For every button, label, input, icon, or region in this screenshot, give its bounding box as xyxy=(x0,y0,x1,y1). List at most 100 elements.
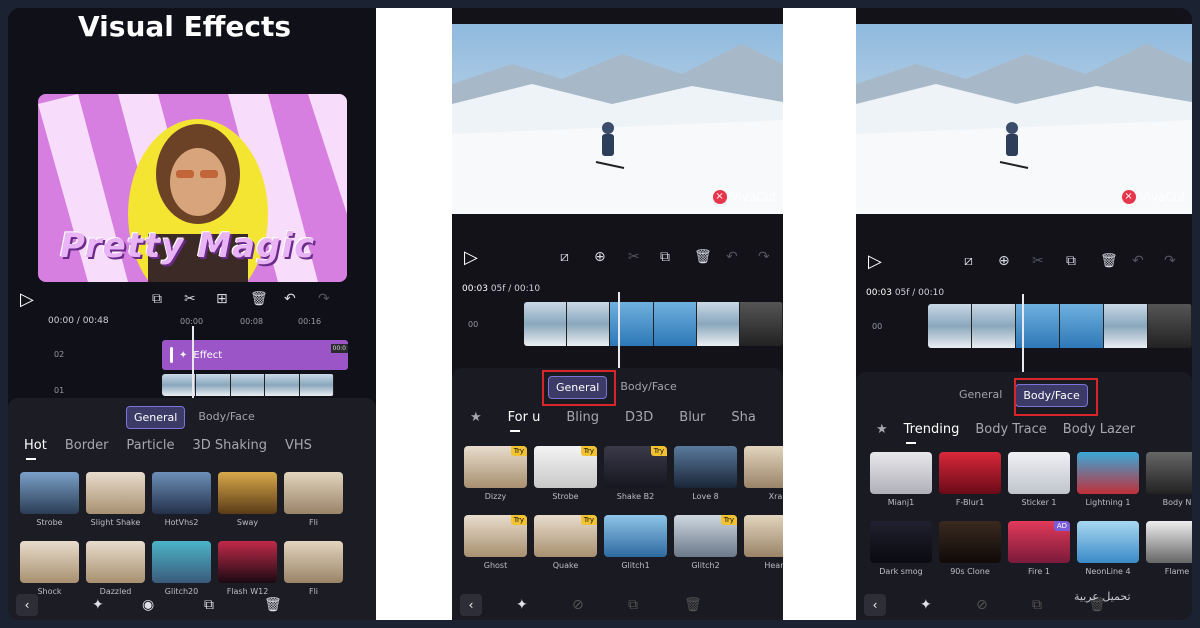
tab-body-face[interactable]: Body/Face xyxy=(613,376,683,399)
category-3d-shaking[interactable]: 3D Shaking xyxy=(192,438,267,453)
undo-icon[interactable]: ↶ xyxy=(284,291,296,307)
crop-icon[interactable]: ⧄ xyxy=(964,253,973,269)
effect-item[interactable]: 90s Clone xyxy=(939,521,1001,576)
video-track[interactable] xyxy=(524,302,783,346)
panel-general-effects: × VivaCut ▷ ⧄ ⊕ ✂ ⧉ 🗑 ↶ ↷ 00:03 05f / 00:… xyxy=(452,8,783,620)
crop-icon[interactable]: ⧄ xyxy=(560,249,569,265)
category-hot[interactable]: Hot xyxy=(24,438,47,460)
effect-item[interactable]: Fli xyxy=(284,472,343,527)
category-for-u[interactable]: For u xyxy=(508,410,540,432)
effect-item[interactable]: Try Shake B2 xyxy=(604,446,667,501)
effect-item[interactable]: Sway xyxy=(218,472,277,527)
watermark[interactable]: × VivaCut xyxy=(1121,190,1186,204)
video-track[interactable] xyxy=(162,374,334,396)
category-border[interactable]: Border xyxy=(65,438,109,453)
effect-item[interactable]: Love 8 xyxy=(674,446,737,501)
category-blur[interactable]: Blur xyxy=(679,410,705,425)
hide-icon[interactable]: ⊘ xyxy=(572,597,584,613)
trash-icon[interactable]: 🗑 xyxy=(694,249,712,265)
category-trending[interactable]: Trending xyxy=(904,422,959,444)
trash-icon[interactable]: 🗑 xyxy=(250,291,268,307)
undo-icon[interactable]: ↶ xyxy=(726,249,738,265)
effect-item[interactable]: Try Ghost xyxy=(464,515,527,570)
redo-icon[interactable]: ↷ xyxy=(758,249,770,265)
effect-item[interactable]: Fli xyxy=(284,541,343,596)
back-icon[interactable]: ‹ xyxy=(16,594,38,616)
trash-icon[interactable]: 🗑 xyxy=(1100,253,1118,269)
sparkle-icon[interactable]: ✦ xyxy=(920,597,932,613)
effect-item[interactable]: Flame xyxy=(1146,521,1192,576)
scissors-icon[interactable]: ✂ xyxy=(628,249,640,265)
add-keyframe-icon[interactable]: ⊕ xyxy=(998,253,1010,269)
effect-item[interactable]: Glitch1 xyxy=(604,515,667,570)
effect-item[interactable]: Try Strobe xyxy=(534,446,597,501)
effect-item[interactable]: Slight Shake xyxy=(86,472,145,527)
tab-general[interactable]: General xyxy=(126,406,186,429)
category-d3d[interactable]: D3D xyxy=(625,410,653,425)
scissors-icon[interactable]: ✂ xyxy=(184,291,196,307)
back-icon[interactable]: ‹ xyxy=(460,594,482,616)
sparkle-icon[interactable]: ✦ xyxy=(92,597,104,613)
effect-item[interactable]: Xra xyxy=(744,446,783,501)
watermark[interactable]: × VivaCut xyxy=(712,190,777,204)
effect-item[interactable]: HotVhs2 xyxy=(152,472,211,527)
add-keyframe-icon[interactable]: ⊕ xyxy=(594,249,606,265)
effect-item[interactable]: F-Blur1 xyxy=(939,452,1001,507)
effect-item[interactable]: Try Dizzy xyxy=(464,446,527,501)
video-track[interactable] xyxy=(928,304,1192,348)
effect-item[interactable]: Sticker 1 xyxy=(1008,452,1070,507)
effect-clip[interactable]: ✦ Effect 00:0 xyxy=(162,340,348,370)
copy-icon[interactable]: ⧉ xyxy=(660,249,670,265)
effect-item[interactable]: Dark smog xyxy=(870,521,932,576)
effect-item[interactable]: NeonLine 4 xyxy=(1077,521,1139,576)
effect-item[interactable]: Dazzled xyxy=(86,541,145,596)
effect-item[interactable]: Mianj1 xyxy=(870,452,932,507)
hide-icon[interactable]: ⊘ xyxy=(976,597,988,613)
tab-body-face[interactable]: Body/Face xyxy=(191,406,261,429)
trash-icon[interactable]: 🗑 xyxy=(684,597,702,613)
playhead[interactable] xyxy=(192,326,194,398)
copy-icon[interactable]: ⧉ xyxy=(1066,253,1076,269)
category-bling[interactable]: Bling xyxy=(566,410,599,425)
category-body-lazer[interactable]: Body Lazer xyxy=(1063,422,1135,437)
effect-item[interactable]: Body N xyxy=(1146,452,1192,507)
close-icon[interactable]: × xyxy=(712,190,727,204)
close-icon[interactable]: × xyxy=(1121,190,1136,204)
effect-item[interactable]: Lightning 1 xyxy=(1077,452,1139,507)
clip-handle[interactable] xyxy=(170,347,173,363)
undo-icon[interactable]: ↶ xyxy=(1132,253,1144,269)
duplicate-icon[interactable]: ⧉ xyxy=(152,291,162,307)
effect-item[interactable]: Flash W12 xyxy=(218,541,277,596)
play-icon[interactable]: ▷ xyxy=(868,251,882,272)
copy-icon[interactable]: ⧉ xyxy=(204,597,214,613)
play-icon[interactable]: ▷ xyxy=(20,289,34,310)
effect-item[interactable]: Try Quake xyxy=(534,515,597,570)
category-sha[interactable]: Sha xyxy=(731,410,755,425)
favorites-icon[interactable]: ★ xyxy=(470,410,482,425)
copy-icon[interactable]: ⧉ xyxy=(628,597,638,613)
redo-icon[interactable]: ↷ xyxy=(1164,253,1176,269)
play-icon[interactable]: ▷ xyxy=(464,247,478,268)
tab-general[interactable]: General xyxy=(952,384,1009,407)
effect-item[interactable]: Glitch20 xyxy=(152,541,211,596)
scissors-icon[interactable]: ✂ xyxy=(1032,253,1044,269)
track-label: 01 xyxy=(54,386,65,395)
copy-icon[interactable]: ⊞ xyxy=(216,291,228,307)
copy-icon[interactable]: ⧉ xyxy=(1032,597,1042,613)
category-particle[interactable]: Particle xyxy=(126,438,174,453)
effect-item[interactable]: Try Glitch2 xyxy=(674,515,737,570)
back-icon[interactable]: ‹ xyxy=(864,594,886,616)
category-body-trace[interactable]: Body Trace xyxy=(975,422,1046,437)
effect-item[interactable]: AD Fire 1 xyxy=(1008,521,1070,576)
effect-item[interactable]: Strobe xyxy=(20,472,79,527)
effect-item[interactable]: Heart xyxy=(744,515,783,570)
sparkle-icon[interactable]: ✦ xyxy=(516,597,528,613)
eye-icon[interactable]: ◉ xyxy=(142,597,154,613)
effect-item[interactable]: Shock xyxy=(20,541,79,596)
playhead[interactable] xyxy=(618,292,620,376)
redo-icon[interactable]: ↷ xyxy=(318,291,330,307)
category-vhs[interactable]: VHS xyxy=(285,438,312,453)
playhead[interactable] xyxy=(1022,294,1024,372)
trash-icon[interactable]: 🗑 xyxy=(264,597,282,613)
favorites-icon[interactable]: ★ xyxy=(876,422,888,437)
